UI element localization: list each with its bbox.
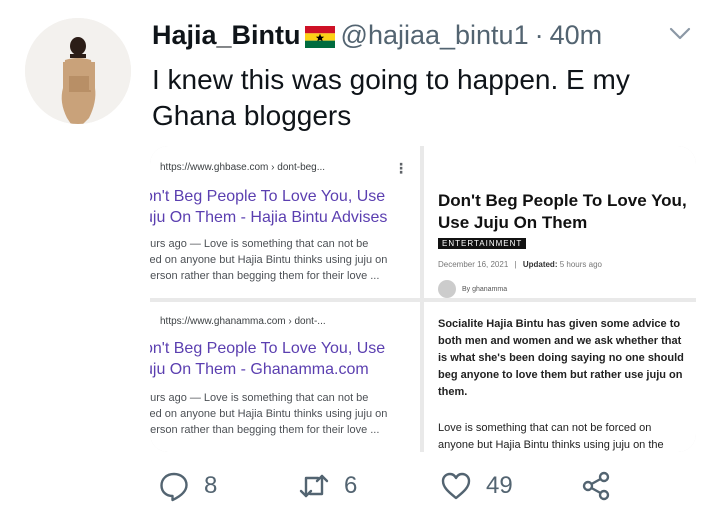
result-url: https://www.ghbase.com › dont-beg...	[160, 162, 326, 173]
ghana-flag-icon	[304, 25, 335, 48]
media-image-article-header[interactable]: Don't Beg People To Love You, Use Juju O…	[424, 146, 696, 298]
author-avatar	[438, 280, 456, 298]
avatar[interactable]	[25, 18, 131, 124]
media-image-search-result-2[interactable]: https://www.ghanamma.com › dont-... on't…	[150, 302, 420, 452]
tweet-media-grid[interactable]: https://www.ghbase.com › dont-beg... ⋮ o…	[150, 146, 696, 452]
more-options-icon: ⋮	[394, 160, 408, 176]
avatar-image	[25, 18, 131, 124]
article-category: ENTERTAINMENT	[438, 238, 527, 249]
tweet-text: I knew this was going to happen. E my Gh…	[152, 64, 630, 131]
reply-count: 8	[204, 472, 218, 499]
retweet-icon	[299, 474, 329, 498]
tweet-header: Hajia_Bintu @hajiaa_bintu1 · 40m	[152, 20, 602, 51]
share-icon	[582, 471, 610, 501]
result-snippet-line-1: ours ago — Love is something that can no…	[150, 392, 369, 404]
article-paragraph-2: Love is something that can not be forced…	[438, 422, 664, 451]
like-icon	[441, 472, 471, 500]
result-snippet-line-3: person rather than begging them for thei…	[150, 424, 380, 436]
tweet-actions-bar: 8 6 49	[0, 470, 720, 514]
updated-value: 5 hours ago	[559, 260, 602, 269]
header-separator: ·	[534, 20, 544, 50]
result-snippet-line-3: person rather than begging them for thei…	[150, 270, 380, 282]
article-title: Don't Beg People To Love You, Use Juju O…	[438, 191, 687, 232]
share-button[interactable]	[580, 470, 612, 502]
result-url: https://www.ghanamma.com › dont-...	[160, 316, 326, 327]
byline-text: By ghanamma	[462, 285, 508, 293]
result-snippet-line-1: ours ago — Love is something that can no…	[150, 238, 369, 250]
result-snippet-line-2: ced on anyone but Hajia Bintu thinks usi…	[150, 254, 388, 266]
chevron-down-icon[interactable]	[668, 26, 692, 42]
result-title-line-1: on't Beg People To Love You, Use	[150, 340, 386, 357]
tweet-timestamp[interactable]: 40m	[550, 20, 603, 51]
result-title-line-2: uju On Them - Hajia Bintu Advises	[150, 209, 388, 226]
media-image-article-body[interactable]: Socialite Hajia Bintu has given some adv…	[424, 302, 696, 452]
updated-label: Updated:	[522, 260, 558, 269]
user-handle[interactable]: @hajiaa_bintu1	[341, 20, 529, 51]
article-date: December 16, 2021	[438, 260, 509, 269]
display-name[interactable]: Hajia_Bintu	[152, 20, 301, 51]
reply-button[interactable]: 8	[158, 470, 217, 502]
article-meta: December 16, 2021 | Updated: 5 hours ago	[438, 260, 602, 269]
retweet-count: 6	[344, 472, 358, 499]
meta-separator: |	[514, 260, 517, 269]
result-title-line-2: uju On Them - Ghanamma.com	[150, 361, 369, 378]
like-count: 49	[486, 472, 513, 499]
result-title-line-1: on't Beg People To Love You, Use	[150, 188, 386, 205]
retweet-button[interactable]: 6	[298, 470, 357, 502]
result-snippet-line-2: ced on anyone but Hajia Bintu thinks usi…	[150, 408, 388, 420]
article-byline: By ghanamma	[438, 280, 507, 298]
like-button[interactable]: 49	[440, 470, 513, 502]
media-image-search-result-1[interactable]: https://www.ghbase.com › dont-beg... ⋮ o…	[150, 146, 420, 298]
article-paragraph-1: Socialite Hajia Bintu has given some adv…	[438, 318, 684, 398]
reply-icon	[160, 472, 188, 502]
